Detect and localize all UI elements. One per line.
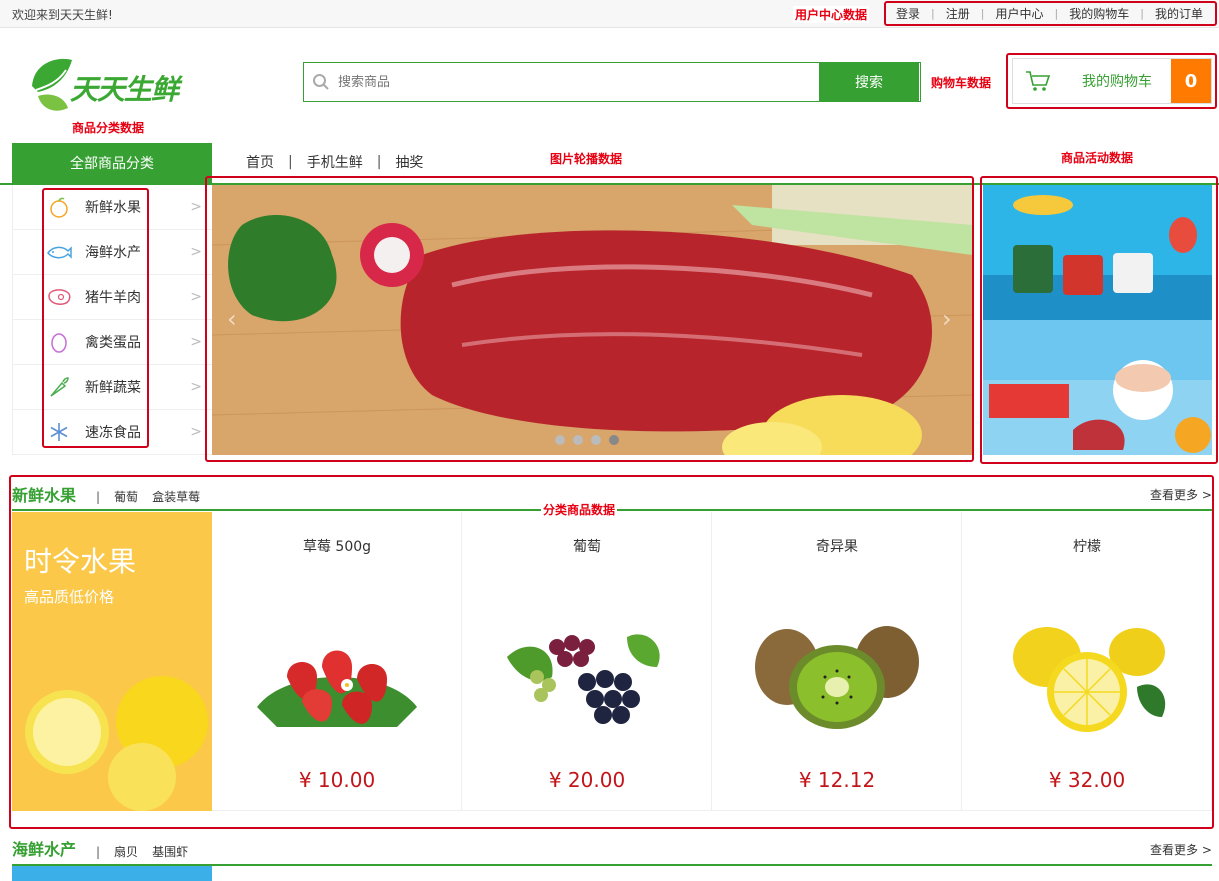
section-link[interactable]: 扇贝 bbox=[114, 843, 138, 860]
nav-mobile-fresh[interactable]: 手机生鲜 bbox=[307, 152, 363, 172]
search-bar: 搜索 bbox=[303, 62, 921, 102]
user-center-link[interactable]: 用户中心 bbox=[984, 5, 1054, 22]
main-nav: 首页 | 手机生鲜 | 抽奖 bbox=[246, 152, 423, 172]
register-link[interactable]: 注册 bbox=[935, 5, 981, 22]
welcome-text: 欢迎来到天天生鲜! bbox=[12, 8, 113, 22]
annotation-box-category-goods bbox=[9, 475, 1214, 829]
my-cart-link[interactable]: 我的购物车 bbox=[1058, 5, 1140, 22]
annotation-user-center: 用户中心数据 bbox=[793, 6, 870, 23]
cart-count-badge: 0 bbox=[1171, 59, 1211, 103]
annotation-box-carousel bbox=[205, 176, 974, 462]
cart-label: 我的购物车 bbox=[1082, 74, 1152, 90]
nav-home[interactable]: 首页 bbox=[246, 152, 274, 172]
cart-widget[interactable]: 我的购物车 0 bbox=[1012, 58, 1212, 104]
seafood-promo[interactable] bbox=[12, 866, 212, 881]
chevron-right-icon: > bbox=[190, 424, 202, 440]
logo-text: 天天生鲜 bbox=[70, 73, 179, 106]
separator: | bbox=[96, 844, 101, 859]
separator: | bbox=[288, 154, 293, 170]
nav-lottery[interactable]: 抽奖 bbox=[395, 152, 423, 172]
search-button[interactable]: 搜索 bbox=[819, 63, 919, 101]
section-links: | 扇贝 基围虾 bbox=[96, 843, 188, 860]
section-link[interactable]: 基围虾 bbox=[152, 843, 188, 860]
search-icon bbox=[304, 63, 338, 101]
search-input[interactable] bbox=[338, 63, 819, 101]
separator: | bbox=[376, 154, 382, 170]
all-categories-button[interactable]: 全部商品分类 bbox=[12, 143, 212, 183]
annotation-box-category bbox=[42, 188, 149, 448]
chevron-right-icon: > bbox=[190, 334, 202, 350]
cart-icon bbox=[1013, 70, 1063, 92]
view-more-link[interactable]: 查看更多 > bbox=[1150, 841, 1212, 858]
login-link[interactable]: 登录 bbox=[885, 5, 931, 22]
annotation-box-activity bbox=[980, 176, 1218, 464]
annotation-activity: 商品活动数据 bbox=[1059, 149, 1136, 166]
annotation-carousel: 图片轮播数据 bbox=[548, 150, 625, 167]
annotation-category: 商品分类数据 bbox=[70, 119, 147, 136]
chevron-right-icon: > bbox=[190, 289, 202, 305]
annotation-cart: 购物车数据 bbox=[929, 74, 994, 91]
chevron-right-icon: > bbox=[190, 244, 202, 260]
my-orders-link[interactable]: 我的订单 bbox=[1144, 5, 1214, 22]
user-links: 登录 | 注册 | 用户中心 | 我的购物车 | 我的订单 bbox=[885, 0, 1214, 27]
chevron-right-icon: > bbox=[190, 379, 202, 395]
section-title[interactable]: 海鲜水产 bbox=[12, 836, 76, 860]
chevron-right-icon: > bbox=[190, 199, 202, 215]
